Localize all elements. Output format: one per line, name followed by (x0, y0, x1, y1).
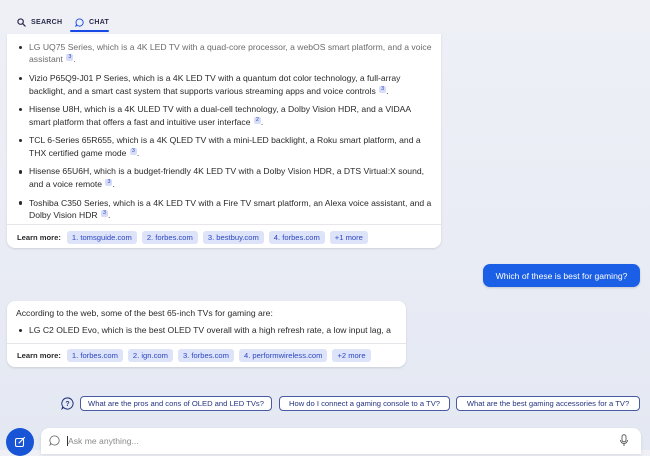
new-topic-icon (14, 436, 26, 448)
chat-composer (41, 428, 641, 454)
source-link[interactable]: 2. ign.com (127, 349, 173, 362)
list-item: LG C2 OLED Evo, which is the best OLED T… (7, 324, 406, 336)
list-item: Hisense U8H, which is a 4K ULED TV with … (7, 103, 441, 128)
learn-more-row: Learn more: 1. forbes.com 2. ign.com 3. … (17, 349, 371, 362)
help-question-icon[interactable]: ? (61, 397, 74, 410)
more-sources-link[interactable]: +2 more (332, 349, 371, 362)
suggestion-chip[interactable]: How do I connect a gaming console to a T… (279, 396, 450, 411)
source-link[interactable]: 4. performwireless.com (238, 349, 328, 362)
source-link[interactable]: 1. forbes.com (66, 349, 123, 362)
citation-badge[interactable]: 3 (379, 85, 387, 93)
citation-badge[interactable]: 3 (105, 178, 113, 186)
source-link[interactable]: 4. forbes.com (268, 231, 325, 244)
citation-badge[interactable]: 2 (253, 116, 261, 124)
suggestion-chip[interactable]: What are the pros and cons of OLED and L… (80, 396, 272, 411)
active-tab-indicator (70, 30, 109, 32)
divider (7, 224, 441, 225)
list-item: Hisense 65U6H, which is a budget-friendl… (7, 165, 441, 190)
new-topic-button[interactable] (6, 428, 34, 456)
divider (7, 343, 406, 344)
tab-search[interactable]: SEARCH (17, 14, 62, 30)
bot-response-card: LG UQ75 Series, which is a 4K LED TV wit… (7, 34, 441, 248)
learn-more-row: Learn more: 1. tomsguide.com 2. forbes.c… (17, 231, 368, 244)
citation-badge[interactable]: 3 (101, 209, 109, 217)
list-item: Toshiba C350 Series, which is a 4K LED T… (7, 197, 441, 222)
microphone-icon[interactable] (619, 434, 629, 447)
citation-badge[interactable]: 3 (129, 147, 137, 155)
source-link[interactable]: 2. forbes.com (141, 231, 198, 244)
chat-bubble-icon (75, 17, 84, 27)
gaming-tv-list: LG C2 OLED Evo, which is the best OLED T… (7, 324, 406, 343)
response-intro: According to the web, some of the best 6… (16, 308, 273, 318)
citation-badge[interactable]: 3 (66, 54, 74, 62)
learn-more-label: Learn more: (17, 233, 61, 242)
more-sources-link[interactable]: +1 more (329, 231, 368, 244)
user-message-bubble: Which of these is best for gaming? (483, 264, 640, 287)
ask-input[interactable] (68, 433, 608, 449)
tab-search-label: SEARCH (31, 18, 63, 26)
list-item: LG UQ75 Series, which is a 4K LED TV wit… (7, 41, 441, 66)
user-message-text: Which of these is best for gaming? (495, 270, 628, 281)
list-item: TCL 6-Series 65R655, which is a 4K QLED … (7, 134, 441, 159)
suggestion-chip[interactable]: What are the best gaming accessories for… (456, 396, 640, 411)
list-item: Vizio P65Q9-J01 P Series, which is a 4K … (7, 72, 441, 97)
tv-list: LG UQ75 Series, which is a 4K LED TV wit… (7, 34, 441, 221)
svg-text:?: ? (65, 401, 69, 408)
chat-bubble-icon (49, 435, 60, 446)
top-tab-bar: SEARCH CHAT (0, 0, 650, 34)
source-link[interactable]: 3. forbes.com (177, 349, 234, 362)
source-link[interactable]: 1. tomsguide.com (66, 231, 137, 244)
tab-chat-label: CHAT (89, 18, 110, 26)
search-icon (17, 17, 26, 27)
learn-more-label: Learn more: (17, 351, 61, 360)
source-link[interactable]: 3. bestbuy.com (202, 231, 264, 244)
bot-response-card: According to the web, some of the best 6… (7, 301, 406, 367)
tab-chat[interactable]: CHAT (75, 14, 109, 30)
